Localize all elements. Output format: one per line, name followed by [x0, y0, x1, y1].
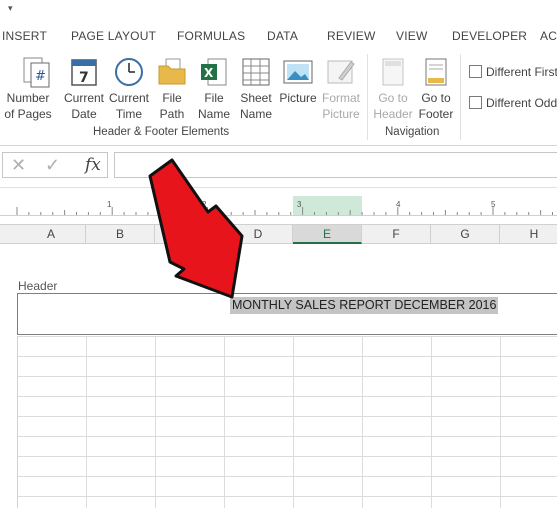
number-of-pages-label: Number of Pages: [4, 91, 52, 121]
ruler-mark: 3: [297, 200, 302, 209]
worksheet-grid[interactable]: [17, 336, 557, 508]
number-of-pages-icon: #: [23, 57, 50, 88]
ruler-mark: 2: [202, 200, 207, 209]
header-edit-box[interactable]: MONTHLY SALES REPORT DECEMBER 2016: [17, 293, 557, 335]
formula-bar: ✕ ✓ fx: [0, 146, 557, 188]
go-to-header-label: Go to Header: [373, 91, 413, 121]
formula-input[interactable]: [114, 152, 557, 178]
current-time-label: Current Time: [108, 91, 149, 121]
header-footer-elements-group-label: Header & Footer Elements: [93, 126, 230, 138]
navigation-group-label: Navigation: [385, 126, 440, 138]
tab-view[interactable]: VIEW: [396, 29, 427, 43]
format-picture-label: Format Picture: [321, 91, 360, 121]
file-name-label: File Name: [197, 91, 230, 121]
formula-buttons: ✕ ✓ fx: [2, 152, 108, 178]
ribbon-tabs: INSERT PAGE LAYOUT FORMULAS DATA REVIEW …: [0, 22, 557, 50]
grid-line: [18, 456, 557, 457]
grid-line: [18, 436, 557, 437]
column-header-e[interactable]: E: [293, 225, 362, 244]
ruler-mark: 1: [107, 200, 112, 209]
column-headers: A B C D E F G H: [0, 224, 557, 244]
grid-line: [18, 476, 557, 477]
svg-text:7: 7: [79, 70, 89, 86]
group-separator: [367, 54, 368, 140]
go-to-footer-label: Go to Footer: [418, 91, 454, 121]
grid-line: [18, 416, 557, 417]
format-picture-icon: [327, 60, 355, 84]
column-header-h[interactable]: H: [500, 225, 557, 244]
column-header-f[interactable]: F: [362, 225, 431, 244]
picture-icon: [283, 60, 313, 84]
customize-qat-arrow-icon[interactable]: ▾: [8, 3, 13, 14]
column-header-c[interactable]: C: [155, 225, 224, 244]
excel-file-icon: X: [201, 58, 227, 86]
tab-insert[interactable]: INSERT: [2, 29, 47, 43]
calendar-icon: 7: [71, 59, 97, 86]
enter-icon[interactable]: ✓: [45, 155, 60, 176]
group-separator: [460, 54, 461, 140]
column-header-d[interactable]: D: [224, 225, 293, 244]
different-first-label: Different First: [486, 65, 557, 79]
picture-label: Picture: [279, 91, 317, 105]
grid-line: [86, 336, 87, 508]
ruler-mark: 4: [396, 200, 401, 209]
grid-line: [224, 336, 225, 508]
column-header-a[interactable]: A: [17, 225, 86, 244]
grid-line: [431, 336, 432, 508]
ruler-ticks: [16, 207, 553, 215]
grid-line: [362, 336, 363, 508]
tab-data[interactable]: DATA: [267, 29, 298, 43]
different-odd-checkbox[interactable]: [469, 96, 482, 109]
tab-developer[interactable]: DEVELOPER: [452, 29, 527, 43]
svg-text:#: #: [35, 69, 46, 84]
folder-icon: [158, 58, 186, 85]
grid-line: [18, 376, 557, 377]
horizontal-ruler: 1 2 3 4 5: [0, 196, 557, 216]
grid-line: [18, 356, 557, 357]
header-text[interactable]: MONTHLY SALES REPORT DECEMBER 2016: [230, 297, 499, 314]
tab-page-layout[interactable]: PAGE LAYOUT: [71, 29, 156, 43]
ruler-mark: 5: [491, 200, 496, 209]
grid-line: [293, 336, 294, 508]
go-to-footer-icon: [425, 58, 447, 86]
page-layout-area: Header MONTHLY SALES REPORT DECEMBER 201…: [0, 244, 557, 508]
quick-access-toolbar: ▾: [0, 0, 557, 22]
sheet-name-label: Sheet Name: [239, 91, 272, 121]
svg-text:X: X: [204, 66, 214, 80]
header-section-label: Header: [18, 279, 58, 293]
insert-function-icon[interactable]: fx: [85, 155, 101, 175]
grid-line: [155, 336, 156, 508]
different-odd-label: Different Odd: [486, 96, 557, 110]
column-header-b[interactable]: B: [86, 225, 155, 244]
tab-review[interactable]: REVIEW: [327, 29, 376, 43]
grid-line: [500, 336, 501, 508]
go-to-header-icon: [382, 58, 404, 86]
different-first-checkbox[interactable]: [469, 65, 482, 78]
column-header-g[interactable]: G: [431, 225, 500, 244]
file-path-label: File Path: [159, 91, 185, 121]
sheet-icon: [242, 58, 270, 86]
ribbon: # Number of Pages 7 Current Date Current…: [0, 50, 557, 146]
tab-acrobat[interactable]: AC: [540, 29, 557, 43]
tab-formulas[interactable]: FORMULAS: [177, 29, 245, 43]
grid-line: [18, 336, 557, 337]
clock-icon: [115, 58, 143, 86]
cancel-icon[interactable]: ✕: [11, 155, 26, 176]
current-date-label: Current Date: [63, 91, 104, 121]
grid-line: [18, 396, 557, 397]
grid-line: [18, 496, 557, 497]
